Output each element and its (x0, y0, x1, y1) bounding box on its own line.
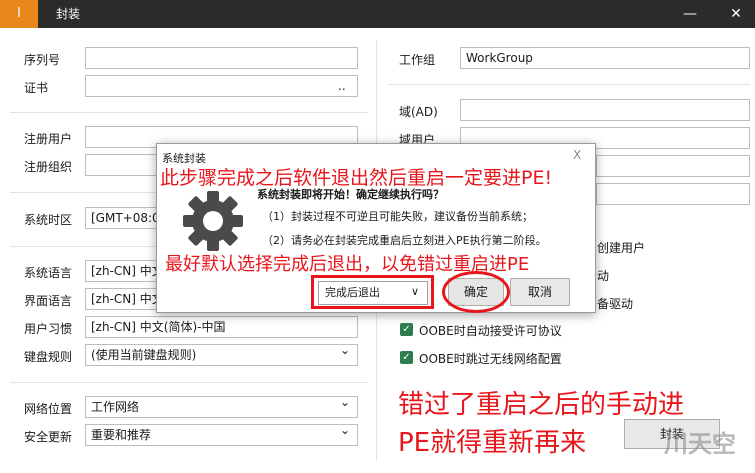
option-driver[interactable]: 动 (597, 267, 609, 284)
gear-icon (183, 191, 243, 251)
timezone-label: 系统时区 (24, 213, 73, 227)
annotation-bottom-line1: 错过了重启之后的手动进 (398, 390, 685, 420)
dialog-close-button[interactable]: X (573, 148, 581, 162)
annotation-bottom-line2: PE就得重新再来 (398, 428, 587, 458)
divider (388, 84, 750, 85)
annotation-top: 此步骤完成之后软件退出然后重启一定要进PE! (160, 167, 553, 189)
domain-extra-input[interactable] (596, 183, 750, 205)
user-habit-select[interactable]: [zh-CN] 中文(简体)-中国 (85, 316, 358, 338)
net-loc-select[interactable]: 工作网络 (85, 396, 358, 418)
domain-input[interactable] (460, 99, 750, 121)
workgroup-input[interactable]: WorkGroup (460, 47, 750, 69)
workgroup-label: 工作组 (399, 53, 436, 67)
cert-browse-button[interactable]: .. (338, 79, 346, 93)
domain-label: 域(AD) (399, 105, 438, 119)
dialog-line-1: （1）封装过程不可逆且可能失败，建议备份当前系统； (262, 210, 533, 223)
annotation-dropdown-highlight (311, 275, 434, 309)
cert-input[interactable] (85, 75, 358, 97)
oobe-license-checkbox[interactable]: ✓ (400, 323, 413, 336)
watermark: 川天空 (664, 430, 736, 458)
ui-lang-label: 界面语言 (24, 294, 73, 308)
option-backup-driver[interactable]: 备驱动 (597, 295, 633, 312)
serial-label: 序列号 (24, 53, 61, 67)
domain-password-input[interactable] (596, 155, 750, 177)
dialog-line-2: （2）请务必在封装完成重启后立刻进入PE执行第二阶段。 (262, 234, 547, 247)
divider (10, 112, 368, 113)
serial-input[interactable] (85, 47, 358, 69)
app-icon: I (0, 0, 38, 28)
keyboard-label: 键盘规则 (24, 350, 73, 364)
option-create-user[interactable]: 创建用户 (597, 239, 645, 256)
reg-org-label: 注册组织 (24, 160, 73, 174)
divider (10, 382, 368, 383)
chevron-down-icon: ⌄ (340, 343, 351, 357)
oobe-network-checkbox[interactable]: ✓ (400, 351, 413, 364)
sec-update-select[interactable]: 重要和推荐 (85, 424, 358, 446)
sec-update-label: 安全更新 (24, 430, 73, 444)
keyboard-select[interactable]: (使用当前键盘规则) (85, 344, 358, 366)
window-title: 封装 (56, 7, 81, 21)
oobe-license-label: OOBE时自动接受许可协议 (419, 324, 562, 338)
annotation-ok-highlight (442, 271, 510, 313)
sys-lang-label: 系统语言 (24, 266, 73, 280)
cert-label: 证书 (24, 81, 49, 95)
net-loc-label: 网络位置 (24, 402, 73, 416)
chevron-down-icon: ⌄ (340, 423, 351, 437)
minimize-button[interactable]: — (676, 0, 704, 28)
close-button[interactable]: ✕ (722, 0, 750, 28)
reg-user-label: 注册用户 (24, 132, 73, 146)
cancel-button[interactable]: 取消 (510, 278, 570, 306)
oobe-network-label: OOBE时跳过无线网络配置 (419, 352, 562, 366)
chevron-down-icon: ⌄ (340, 395, 351, 409)
user-habit-label: 用户习惯 (24, 322, 73, 336)
title-bar (0, 0, 755, 28)
